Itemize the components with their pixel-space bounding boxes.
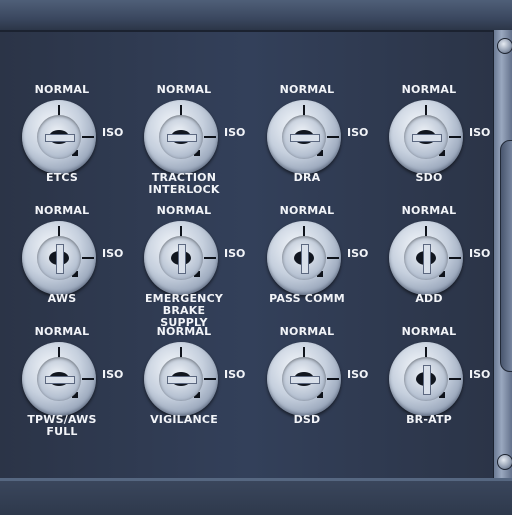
isolation-key-switch[interactable] (267, 221, 341, 295)
key-bar-icon (45, 376, 75, 384)
key-bar-icon (412, 134, 442, 142)
iso-position-mark (82, 257, 94, 259)
key-bar-icon (301, 244, 309, 274)
iso-position-mark (82, 378, 94, 380)
iso-position-mark (204, 257, 216, 259)
switch-vigilance[interactable]: NORMAL ISO VIGILANCE (144, 326, 264, 446)
normal-label: NORMAL (279, 83, 335, 96)
key-barrel (37, 236, 81, 280)
normal-label: NORMAL (156, 204, 212, 217)
isolation-key-switch[interactable] (267, 342, 341, 416)
panel-bottom-frame (0, 478, 512, 515)
isolation-key-switch[interactable] (22, 100, 96, 174)
normal-label: NORMAL (156, 83, 212, 96)
switch-name: PASS COMM (269, 292, 345, 305)
iso-position-mark (449, 378, 461, 380)
switch-dra[interactable]: NORMAL ISO DRA (267, 84, 387, 204)
switch-dsd[interactable]: NORMAL ISO DSD (267, 326, 387, 446)
iso-position-mark (204, 378, 216, 380)
switch-etcs[interactable]: NORMAL ISO ETCS (22, 84, 142, 204)
iso-label: ISO (469, 247, 491, 260)
switch-traction-interlock[interactable]: NORMAL ISO TRACTION INTERLOCK (144, 84, 264, 204)
isolation-key-switch[interactable] (389, 342, 463, 416)
isolation-key-switch[interactable] (144, 342, 218, 416)
switch-tpws-aws-full[interactable]: NORMAL ISO TPWS/AWS FULL (22, 326, 142, 446)
iso-position-mark (449, 136, 461, 138)
iso-label: ISO (224, 126, 246, 139)
isolation-key-switch[interactable] (22, 221, 96, 295)
iso-label: ISO (102, 126, 124, 139)
switch-name: VIGILANCE (150, 413, 218, 426)
iso-position-mark (327, 257, 339, 259)
isolation-key-switch[interactable] (22, 342, 96, 416)
isolation-key-switch[interactable] (389, 100, 463, 174)
normal-label: NORMAL (279, 325, 335, 338)
switch-name: AWS (47, 292, 77, 305)
key-barrel (282, 115, 326, 159)
switch-name: TPWS/AWS FULL (27, 413, 97, 438)
switch-name: SDO (415, 171, 443, 184)
key-barrel (37, 357, 81, 401)
switch-pass-comm[interactable]: NORMAL ISO PASS COMM (267, 205, 387, 325)
iso-label: ISO (224, 247, 246, 260)
switch-br-atp[interactable]: NORMAL ISO BR-ATP (389, 326, 509, 446)
normal-label: NORMAL (34, 325, 90, 338)
key-barrel (159, 236, 203, 280)
switch-name: ETCS (45, 171, 79, 184)
key-bar-icon (290, 376, 320, 384)
normal-label: NORMAL (279, 204, 335, 217)
key-bar-icon (167, 134, 197, 142)
normal-label: NORMAL (401, 325, 457, 338)
key-bar-icon (178, 244, 186, 274)
iso-position-mark (327, 378, 339, 380)
key-barrel (404, 357, 448, 401)
key-bar-icon (423, 244, 431, 274)
switch-name: ADD (415, 292, 443, 305)
isolation-key-switch[interactable] (144, 100, 218, 174)
iso-label: ISO (469, 126, 491, 139)
key-barrel (404, 115, 448, 159)
iso-label: ISO (347, 247, 369, 260)
key-bar-icon (167, 376, 197, 384)
iso-label: ISO (102, 247, 124, 260)
normal-label: NORMAL (34, 204, 90, 217)
switch-name: BR-ATP (406, 413, 452, 426)
normal-label: NORMAL (34, 83, 90, 96)
switch-name: EMERGENCY BRAKE SUPPLY (144, 292, 224, 329)
switch-name: DSD (293, 413, 321, 426)
panel-top-frame (0, 0, 512, 32)
iso-label: ISO (347, 126, 369, 139)
key-bar-icon (423, 365, 431, 395)
key-bar-icon (290, 134, 320, 142)
switch-sdo[interactable]: NORMAL ISO SDO (389, 84, 509, 204)
iso-position-mark (82, 136, 94, 138)
key-barrel (404, 236, 448, 280)
isolation-key-switch[interactable] (144, 221, 218, 295)
screw-top (497, 38, 512, 54)
iso-label: ISO (469, 368, 491, 381)
iso-label: ISO (347, 368, 369, 381)
iso-position-mark (449, 257, 461, 259)
key-bar-icon (45, 134, 75, 142)
key-barrel (282, 236, 326, 280)
key-bar-icon (56, 244, 64, 274)
key-barrel (37, 115, 81, 159)
iso-position-mark (204, 136, 216, 138)
iso-position-mark (327, 136, 339, 138)
key-barrel (159, 357, 203, 401)
switch-add[interactable]: NORMAL ISO ADD (389, 205, 509, 325)
switch-emergency-brake-supply[interactable]: NORMAL ISO EMERGENCY BRAKE SUPPLY (144, 204, 264, 329)
normal-label: NORMAL (401, 204, 457, 217)
normal-label: NORMAL (401, 83, 457, 96)
screw-bottom (497, 454, 512, 470)
key-barrel (282, 357, 326, 401)
isolation-key-switch[interactable] (267, 100, 341, 174)
iso-label: ISO (102, 368, 124, 381)
iso-label: ISO (224, 368, 246, 381)
isolation-key-switch[interactable] (389, 221, 463, 295)
key-barrel (159, 115, 203, 159)
switch-name: DRA (293, 171, 321, 184)
switch-name: TRACTION INTERLOCK (148, 171, 220, 196)
normal-label: NORMAL (156, 325, 212, 338)
